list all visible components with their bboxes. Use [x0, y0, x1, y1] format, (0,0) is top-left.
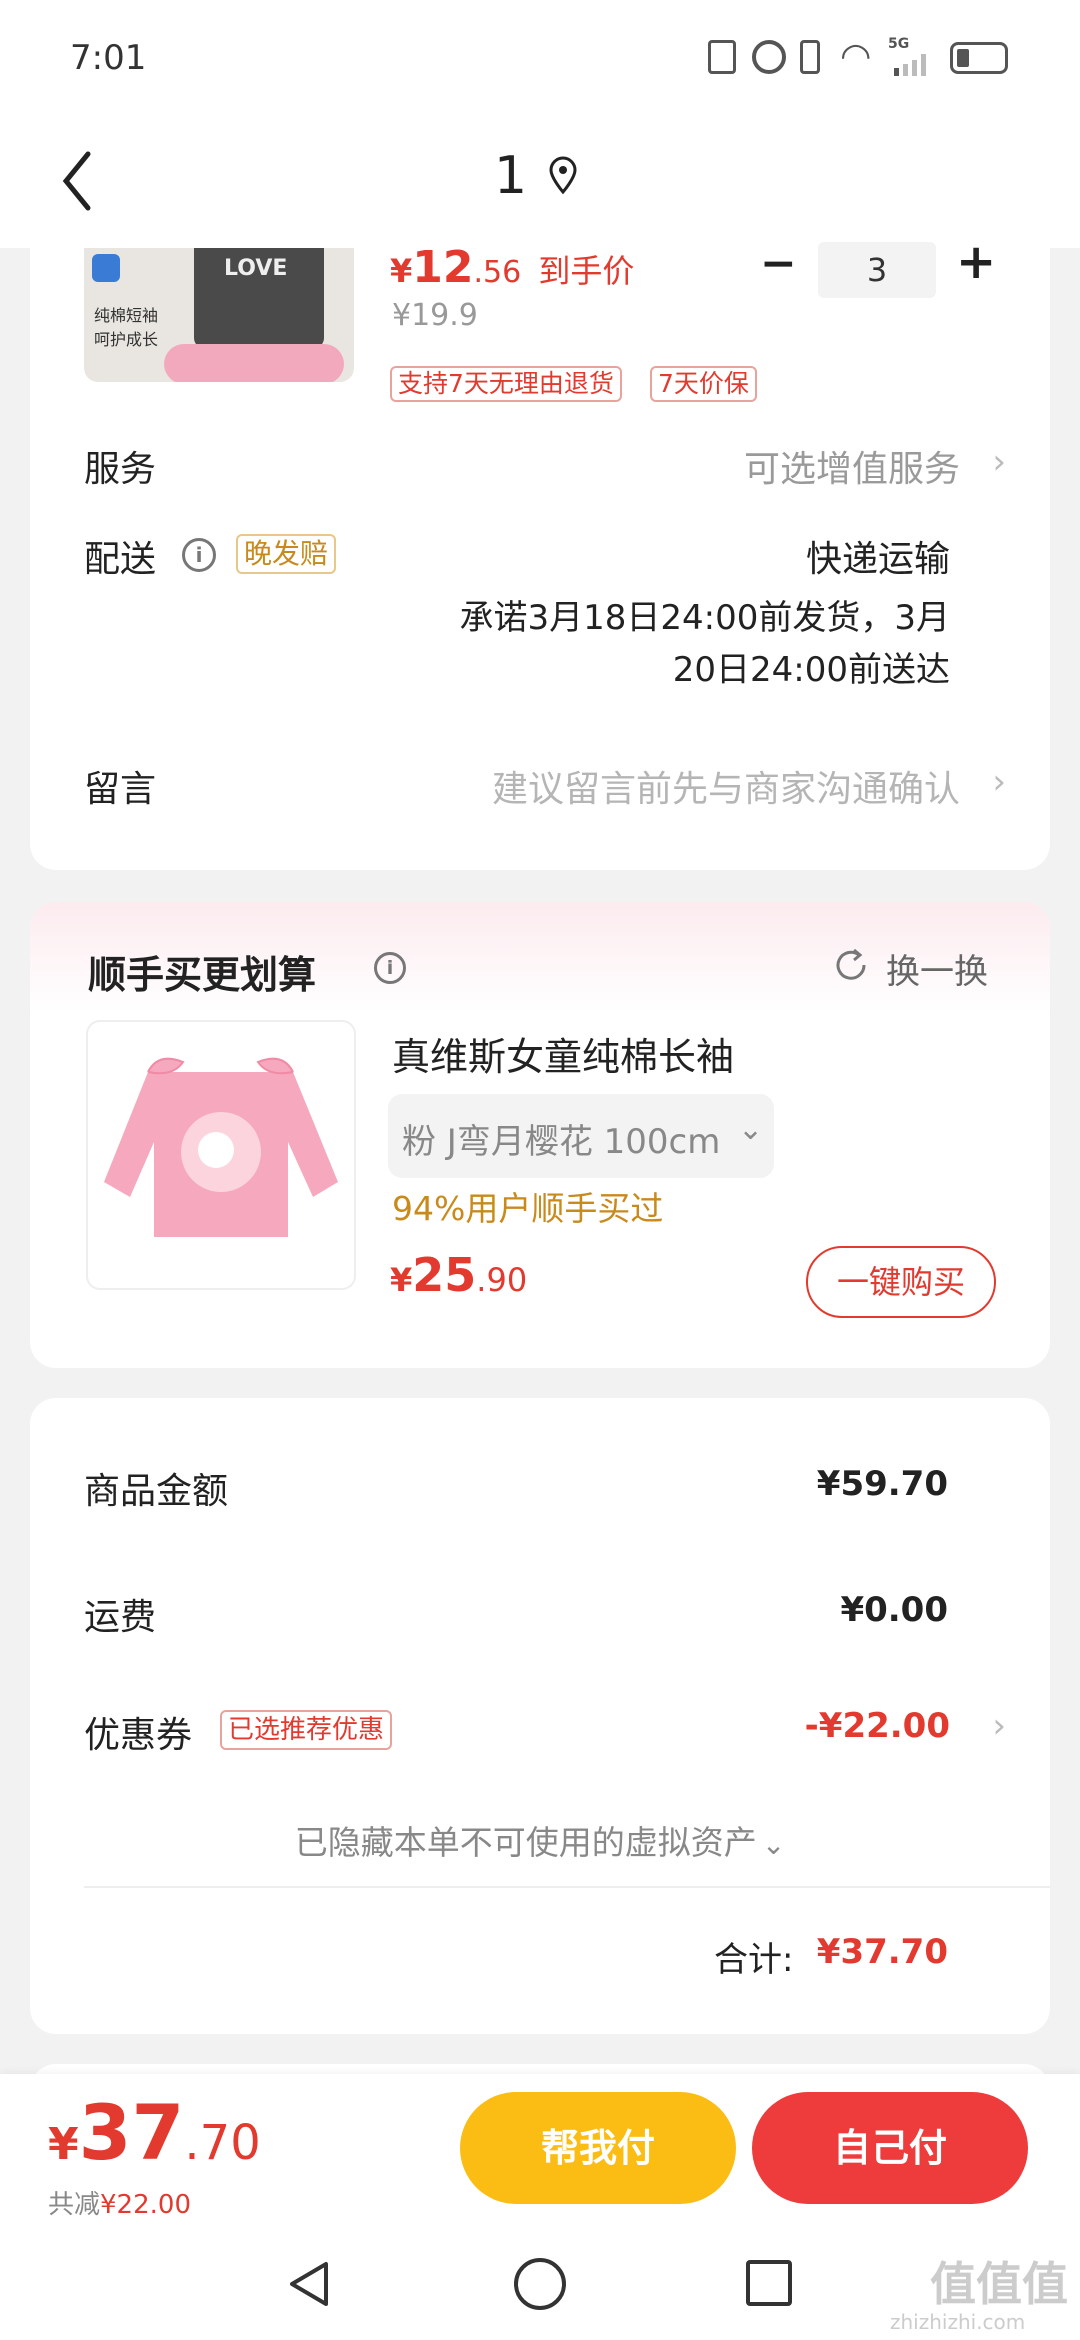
- total-value: ¥37.70: [816, 1932, 948, 1972]
- hidden-assets-toggle[interactable]: 已隐藏本单不可使用的虚拟资产 ⌄: [30, 1816, 1050, 1864]
- info-icon[interactable]: i: [182, 538, 216, 572]
- price-prefix: ¥: [390, 252, 413, 290]
- upsell-price-prefix: ¥: [390, 1261, 413, 1299]
- quantity-minus-button[interactable]: −: [760, 238, 797, 289]
- nav-bar: 1: [0, 120, 1080, 248]
- status-bar: 7:01 ◠ 5G: [0, 0, 1080, 120]
- pink-sweatshirt-image: [104, 1057, 338, 1237]
- product-price: ¥12.56 到手价: [390, 242, 634, 293]
- signal-icon: [892, 52, 936, 76]
- upsell-social-proof: 94%用户顺手买过: [392, 1189, 664, 1228]
- upsell-price-dec: .90: [476, 1261, 528, 1299]
- one-click-buy-button[interactable]: 一键购买: [806, 1246, 996, 1318]
- back-button[interactable]: [58, 146, 118, 216]
- page-title: 1: [494, 146, 528, 206]
- coupon-recommended-badge: 已选推荐优惠: [220, 1710, 393, 1750]
- order-summary-card: 商品金额 ¥59.70 运费 ¥0.00 优惠券 已选推荐优惠 -¥22.00 …: [30, 1398, 1050, 2034]
- refresh-button[interactable]: 换一换: [886, 944, 988, 993]
- watermark-logo: 值值值: [930, 2257, 1068, 2311]
- original-price: ¥19.9: [392, 298, 478, 333]
- total-label: 合计:: [714, 1940, 794, 1980]
- checkout-price-dec: .70: [184, 2115, 261, 2171]
- location-icon: [548, 156, 578, 196]
- chevron-down-icon: ⌄: [738, 1112, 764, 1147]
- vibrate-icon: [800, 40, 820, 74]
- nav-recents-icon[interactable]: [746, 2260, 792, 2306]
- nav-back-icon[interactable]: [282, 2256, 338, 2312]
- divider: [84, 1886, 1050, 1888]
- network-label: 5G: [888, 36, 910, 52]
- price-tag: 到手价: [538, 252, 635, 290]
- message-input[interactable]: 建议留言前先与商家沟通确认: [492, 760, 960, 812]
- upsell-product-name[interactable]: 真维斯女童纯棉长袖: [392, 1026, 734, 1081]
- upsell-product-thumbnail[interactable]: [86, 1020, 356, 1290]
- help-me-pay-button[interactable]: 帮我付: [460, 2092, 736, 2204]
- upsell-spec-text: 粉 J弯月樱花 100cm: [402, 1122, 721, 1162]
- quantity-plus-button[interactable]: +: [956, 234, 996, 290]
- nfc-icon: [708, 40, 736, 74]
- service-chevron-icon[interactable]: ›: [992, 442, 1006, 482]
- pants-image: [164, 344, 344, 382]
- goods-amount-value: ¥59.70: [816, 1464, 948, 1504]
- coupon-chevron-icon[interactable]: ›: [992, 1706, 1006, 1746]
- shipping-label: 运费: [84, 1597, 157, 1638]
- refresh-icon[interactable]: [832, 946, 870, 984]
- shipping-value: ¥0.00: [840, 1590, 948, 1630]
- coupon-value[interactable]: -¥22.00: [805, 1706, 950, 1746]
- saved-amount: 共减¥22.00: [48, 2184, 191, 2221]
- watermark-site: zhizhizhi.com: [890, 2310, 1026, 2334]
- price-protect-tag: 7天价保: [650, 366, 757, 402]
- checkout-price-prefix: ¥: [48, 2119, 79, 2170]
- service-label: 服务: [84, 449, 157, 490]
- nav-home-icon[interactable]: [514, 2258, 566, 2310]
- system-nav-bar: 值值值 zhizhizhi.com: [0, 2230, 1080, 2340]
- coupon-label: 优惠券: [84, 1715, 193, 1756]
- message-label: 留言: [84, 769, 157, 810]
- quantity-value[interactable]: 3: [818, 242, 936, 298]
- return-policy-tag: 支持7天无理由退货: [390, 366, 622, 402]
- alarm-icon: [752, 40, 786, 74]
- shirt-image: LOVE: [194, 248, 324, 348]
- thumb-caption-1: 纯棉短袖: [94, 306, 159, 325]
- delivery-promise-line2: 20日24:00前送达: [672, 650, 950, 690]
- price-int: 12: [412, 242, 474, 293]
- product-thumbnail[interactable]: 纯棉短袖 呵护成长 LOVE: [84, 248, 354, 382]
- chevron-down-icon: ⌄: [761, 1828, 786, 1861]
- brand-badge-icon: [92, 254, 120, 282]
- saved-value: ¥22.00: [100, 2190, 191, 2220]
- checkout-bar: ¥37.70 共减¥22.00 帮我付 自己付: [0, 2074, 1080, 2230]
- message-chevron-icon[interactable]: ›: [992, 762, 1006, 802]
- status-time: 7:01: [70, 38, 147, 78]
- late-compensation-badge: 晚发赔: [236, 534, 337, 574]
- battery-icon: [950, 42, 1008, 74]
- delivery-method: 快递运输: [805, 539, 950, 580]
- delivery-promise-line1: 承诺3月18日24:00前发货，3月: [459, 598, 950, 638]
- shirt-print: LOVE: [224, 256, 288, 281]
- upsell-price-int: 25: [412, 1248, 477, 1302]
- wifi-icon: ◠: [840, 36, 872, 77]
- saved-label: 共减: [48, 2190, 101, 2220]
- order-item-card: 纯棉短袖 呵护成长 LOVE ¥12.56 到手价 ¥19.9 支持7天无理由退…: [30, 230, 1050, 870]
- price-dec: .56: [473, 255, 522, 290]
- goods-amount-label: 商品金额: [84, 1471, 229, 1512]
- upsell-card: 顺手买更划算 i 换一换 真维斯女童纯棉长袖 粉 J弯月樱花 100cm ⌄ 9…: [30, 902, 1050, 1368]
- upsell-info-icon[interactable]: i: [374, 952, 406, 984]
- service-value[interactable]: 可选增值服务: [744, 440, 960, 492]
- checkout-price-int: 37: [78, 2088, 185, 2177]
- upsell-spec-selector[interactable]: 粉 J弯月樱花 100cm ⌄: [388, 1094, 774, 1178]
- hidden-assets-text: 已隐藏本单不可使用的虚拟资产: [294, 1823, 757, 1862]
- pay-myself-button[interactable]: 自己付: [752, 2092, 1028, 2204]
- thumb-caption-2: 呵护成长: [94, 330, 159, 349]
- upsell-price: ¥25.90: [390, 1248, 527, 1302]
- upsell-title: 顺手买更划算: [88, 953, 317, 997]
- checkout-price: ¥37.70: [48, 2088, 261, 2177]
- delivery-label: 配送: [84, 539, 157, 580]
